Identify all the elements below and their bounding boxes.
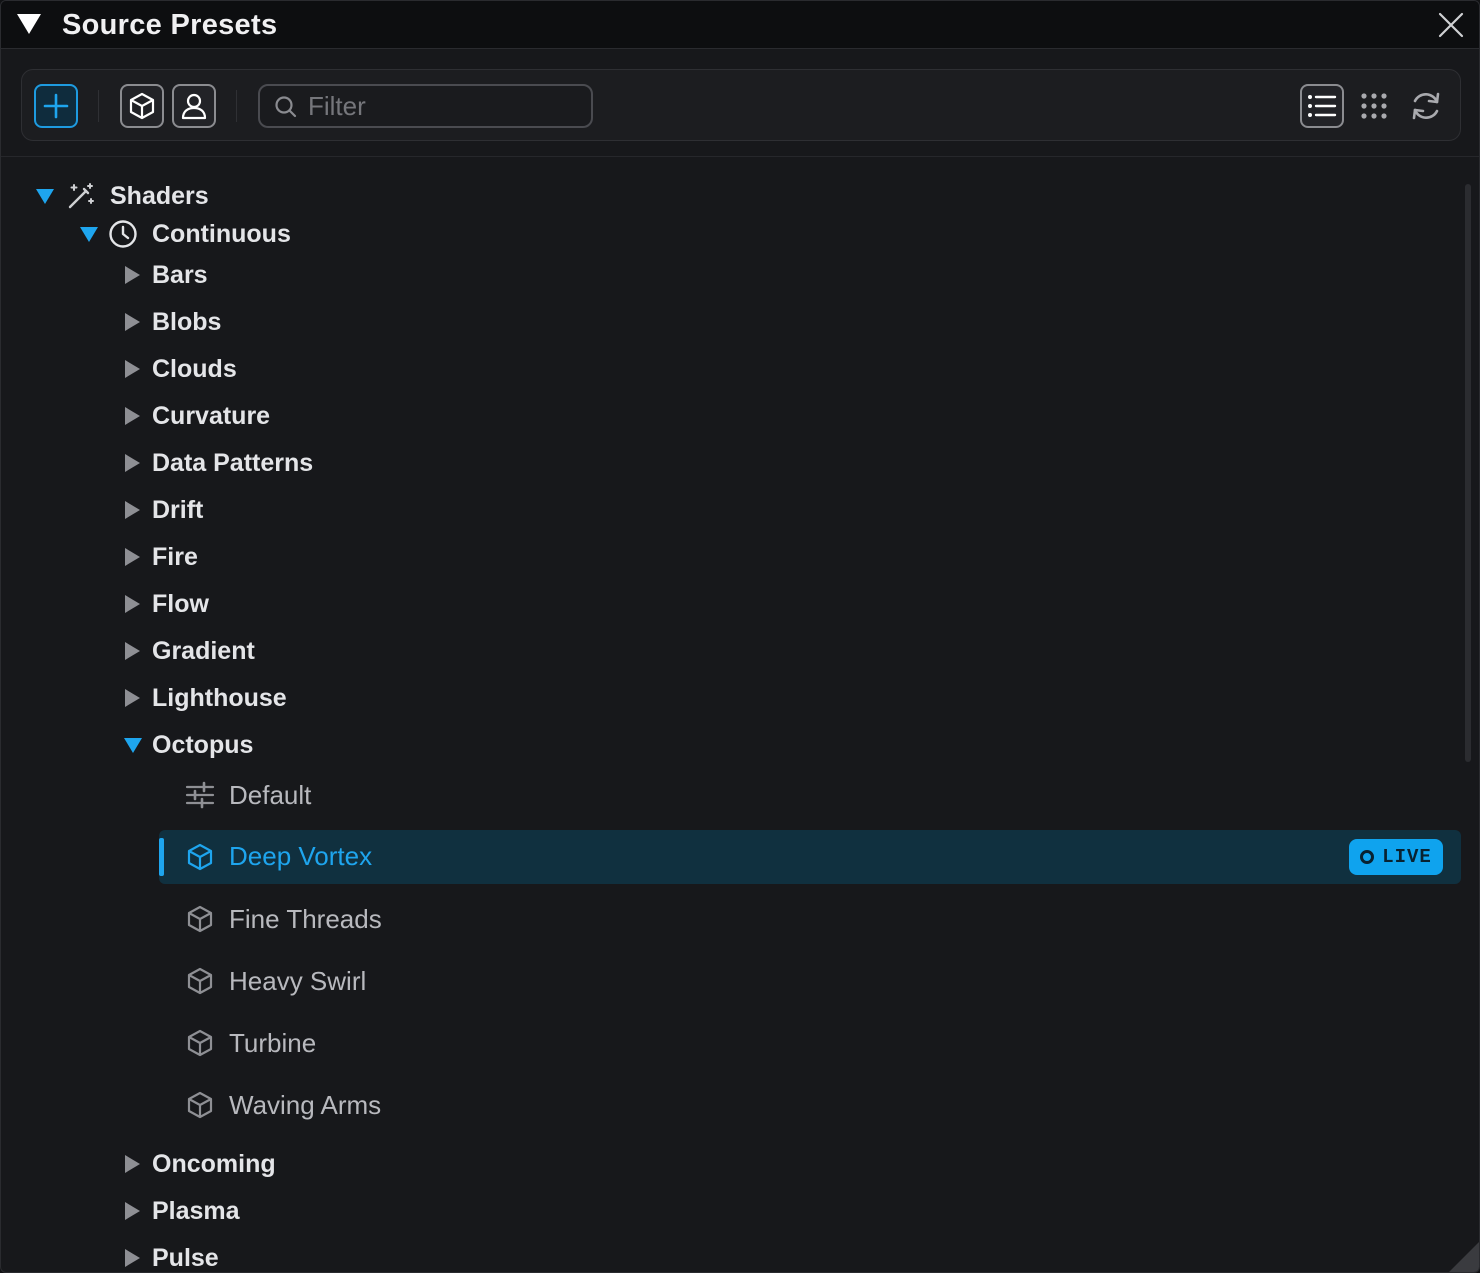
live-badge-label: LIVE — [1382, 846, 1432, 868]
expand-arrow-icon[interactable] — [125, 642, 140, 660]
filter-field[interactable] — [258, 84, 593, 128]
expand-arrow-icon[interactable] — [125, 548, 140, 566]
expand-arrow-icon[interactable] — [125, 1202, 140, 1220]
expand-arrow-icon[interactable] — [80, 226, 98, 242]
expand-arrow-icon[interactable] — [36, 188, 54, 204]
plus-icon — [43, 93, 69, 119]
tree-category-flow[interactable]: Flow — [125, 584, 209, 624]
tree-category-octopus[interactable]: Octopus — [124, 725, 253, 765]
preset-label: Deep Vortex — [229, 841, 373, 871]
tree-category-oncoming[interactable]: Oncoming — [125, 1144, 276, 1184]
resize-grip-icon[interactable] — [1449, 1242, 1479, 1272]
category-label: Lighthouse — [152, 683, 287, 712]
grid-icon — [1361, 93, 1387, 119]
cube-icon — [129, 92, 155, 120]
expand-arrow-icon[interactable] — [125, 360, 140, 378]
tree-category-bars[interactable]: Bars — [125, 255, 208, 295]
category-label: Data Patterns — [152, 448, 314, 477]
expand-arrow-icon[interactable] — [125, 595, 140, 613]
preset-item-default[interactable]: Default — [185, 768, 585, 822]
toolbar-divider-line — [1, 156, 1479, 157]
category-label: Blobs — [152, 307, 222, 336]
tree-category-gradient[interactable]: Gradient — [125, 631, 255, 671]
clock-icon — [109, 220, 137, 248]
list-icon — [1308, 95, 1337, 117]
expand-arrow-icon[interactable] — [125, 313, 140, 331]
category-label: Gradient — [152, 636, 255, 665]
tree-category-curvature[interactable]: Curvature — [125, 396, 270, 436]
builtin-presets-toggle[interactable] — [120, 84, 164, 128]
preset-label: Fine Threads — [229, 903, 382, 934]
preset-label: Turbine — [229, 1027, 317, 1058]
toolbar-divider — [98, 90, 99, 122]
preset-item-deep-vortex[interactable]: Deep Vortex LIVE — [159, 830, 1461, 884]
live-badge: LIVE — [1349, 839, 1443, 875]
category-label: Clouds — [152, 354, 237, 383]
expand-arrow-icon[interactable] — [125, 454, 140, 472]
collapse-panel-icon[interactable] — [17, 14, 41, 34]
tree-node-shaders[interactable]: Shaders — [36, 176, 209, 216]
cube-icon — [187, 1029, 213, 1057]
scrollbar-thumb[interactable] — [1465, 184, 1471, 762]
filter-input[interactable] — [308, 90, 578, 122]
category-label: Fire — [152, 542, 198, 571]
user-presets-toggle[interactable] — [172, 84, 216, 128]
tree-category-pulse[interactable]: Pulse — [125, 1238, 219, 1272]
preset-label: Heavy Swirl — [229, 965, 367, 996]
tree-node-label: Shaders — [110, 181, 209, 210]
category-label: Curvature — [152, 401, 271, 430]
title-bar: Source Presets — [1, 1, 1479, 49]
category-label: Drift — [152, 495, 204, 524]
tree-category-drift[interactable]: Drift — [125, 490, 203, 530]
expand-arrow-icon[interactable] — [125, 1249, 140, 1267]
expand-arrow-icon[interactable] — [125, 266, 140, 284]
magic-wand-icon — [68, 183, 94, 209]
toolbar — [21, 69, 1461, 141]
source-presets-window: Source Presets Filter Shaders Continuous… — [0, 0, 1480, 1273]
tree-category-fire[interactable]: Fire — [125, 537, 198, 577]
selection-indicator — [159, 838, 164, 876]
tree-category-clouds[interactable]: Clouds — [125, 349, 237, 389]
preset-item-waving-arms[interactable]: Waving Arms — [185, 1078, 585, 1132]
search-icon — [275, 96, 297, 118]
tree-node-label: Continuous — [152, 219, 291, 248]
expand-arrow-icon[interactable] — [124, 737, 142, 753]
grid-view-button[interactable] — [1352, 84, 1396, 128]
refresh-icon — [1412, 92, 1440, 120]
close-icon[interactable] — [1437, 11, 1465, 39]
tree-category-data-patterns[interactable]: Data Patterns — [125, 443, 313, 483]
category-label: Octopus — [152, 730, 254, 759]
preset-item-heavy-swirl[interactable]: Heavy Swirl — [185, 954, 585, 1008]
tree-node-continuous[interactable]: Continuous — [80, 214, 291, 254]
cube-icon — [187, 967, 213, 995]
expand-arrow-icon[interactable] — [125, 1155, 140, 1173]
cube-icon — [187, 905, 213, 933]
cube-icon — [187, 843, 213, 871]
live-dot-icon — [1360, 850, 1375, 864]
user-icon — [181, 93, 207, 120]
preset-item-turbine[interactable]: Turbine — [185, 1016, 585, 1070]
preset-tree: Shaders Continuous Bars Blobs Clouds Cur… — [1, 161, 1463, 1272]
add-preset-button[interactable] — [34, 84, 78, 128]
toolbar-divider — [236, 90, 237, 122]
category-label: Flow — [152, 589, 209, 618]
preset-label: Default — [229, 779, 312, 810]
category-label: Bars — [152, 260, 208, 289]
list-view-button[interactable] — [1300, 84, 1344, 128]
cube-icon — [187, 1091, 213, 1119]
refresh-button[interactable] — [1404, 84, 1448, 128]
tree-category-plasma[interactable]: Plasma — [125, 1191, 240, 1231]
preset-label: Waving Arms — [229, 1089, 382, 1120]
preset-item-fine-threads[interactable]: Fine Threads — [185, 892, 585, 946]
tree-category-lighthouse[interactable]: Lighthouse — [125, 678, 287, 718]
category-label: Plasma — [152, 1196, 240, 1225]
sliders-icon — [185, 781, 215, 809]
expand-arrow-icon[interactable] — [125, 501, 140, 519]
tree-category-blobs[interactable]: Blobs — [125, 302, 221, 342]
category-label: Oncoming — [152, 1149, 276, 1178]
window-title: Source Presets — [62, 9, 278, 41]
expand-arrow-icon[interactable] — [125, 407, 140, 425]
expand-arrow-icon[interactable] — [125, 689, 140, 707]
category-label: Pulse — [152, 1243, 219, 1272]
